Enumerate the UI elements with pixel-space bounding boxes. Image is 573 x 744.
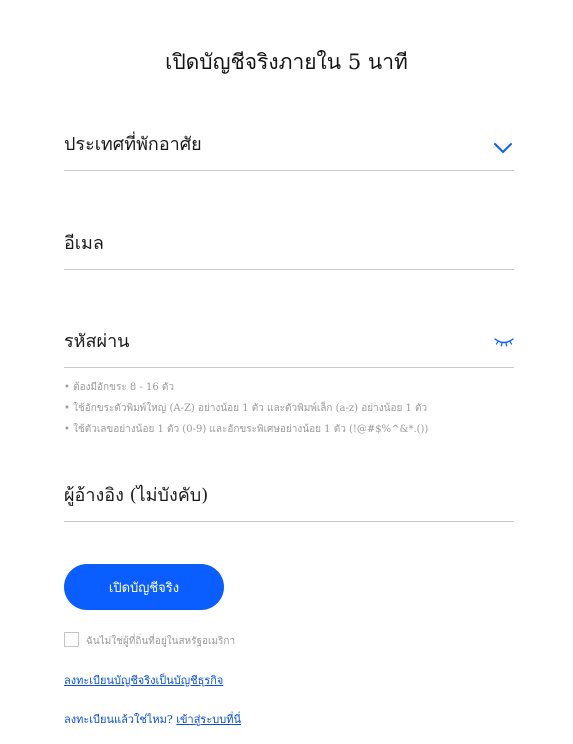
already-registered-text: ลงทะเบียนแล้วใช่ไหม?	[64, 713, 173, 726]
password-field[interactable]: รหัสผ่าน	[64, 327, 518, 369]
us-resident-checkbox[interactable]	[64, 632, 79, 647]
password-input[interactable]	[64, 327, 518, 369]
referral-field[interactable]: ผู้อ้างอิง (ไม่บังคับ)	[64, 481, 518, 523]
password-rule-length: • ต้องมีอักขระ 8 - 16 ตัว	[64, 382, 174, 393]
us-resident-label[interactable]: ฉันไม่ใช่ผู้ที่ถิ่นที่อยู่ในสหรัฐอเมริกา	[86, 634, 235, 649]
referral-input[interactable]	[64, 481, 518, 523]
country-label: ประเทศที่พักอาศัย	[64, 134, 202, 155]
chevron-down-icon[interactable]	[494, 142, 512, 154]
open-account-button[interactable]: เปิดบัญชีจริง	[64, 564, 224, 610]
password-rules: • ต้องมีอักขระ 8 - 16 ตัว • ใช้อักขระตัว…	[64, 381, 534, 444]
password-rule-case: • ใช้อักขระตัวพิมพ์ใหญ่ (A-Z) อย่างน้อย …	[64, 403, 428, 414]
login-link[interactable]: เข้าสู่ระบบที่นี่	[176, 713, 241, 726]
login-row: ลงทะเบียนแล้วใช่ไหม? เข้าสู่ระบบที่นี่	[64, 710, 241, 728]
eye-closed-icon[interactable]	[494, 337, 514, 347]
page-title: เปิดบัญชีจริงภายใน 5 นาที	[165, 50, 408, 74]
email-input[interactable]	[64, 229, 518, 271]
country-select[interactable]: ประเทศที่พักอาศัย	[64, 130, 514, 171]
password-rule-digit-special: • ใช้ตัวเลขอย่างน้อย 1 ตัว (0-9) และอักข…	[64, 424, 429, 435]
email-field[interactable]: อีเมล	[64, 229, 518, 271]
business-account-link[interactable]: ลงทะเบียนบัญชีจริงเป็นบัญชีธุรกิจ	[64, 671, 223, 689]
